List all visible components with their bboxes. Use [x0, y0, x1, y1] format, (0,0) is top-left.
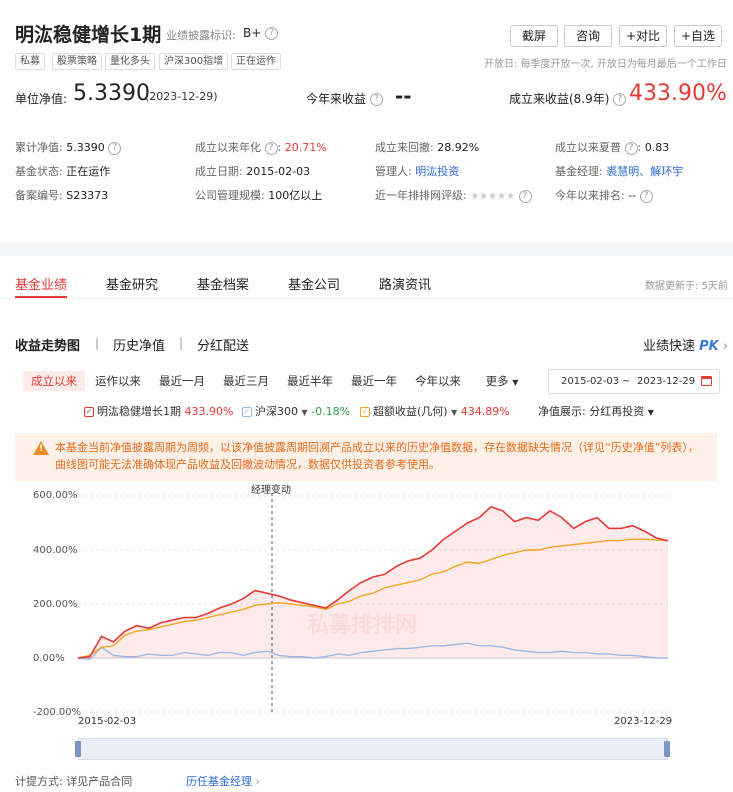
manager-change-annotation: 经理变动 — [251, 485, 291, 496]
fee-method: 计提方式: 详见产品合同 — [15, 775, 133, 788]
side-toolbar[interactable] — [720, 391, 733, 636]
range-slider-track[interactable] — [78, 738, 668, 760]
fund-area — [78, 506, 668, 658]
x-start-label: 2015-02-03 — [78, 716, 137, 727]
range-slider-right-handle[interactable] — [664, 741, 670, 757]
x-end-label: 2023-12-29 — [614, 716, 673, 727]
return-chart[interactable]: 私募排排网 — [0, 0, 733, 792]
history-managers-link[interactable]: 历任基金经理 › — [186, 773, 260, 789]
range-slider-left-handle[interactable] — [75, 741, 81, 757]
